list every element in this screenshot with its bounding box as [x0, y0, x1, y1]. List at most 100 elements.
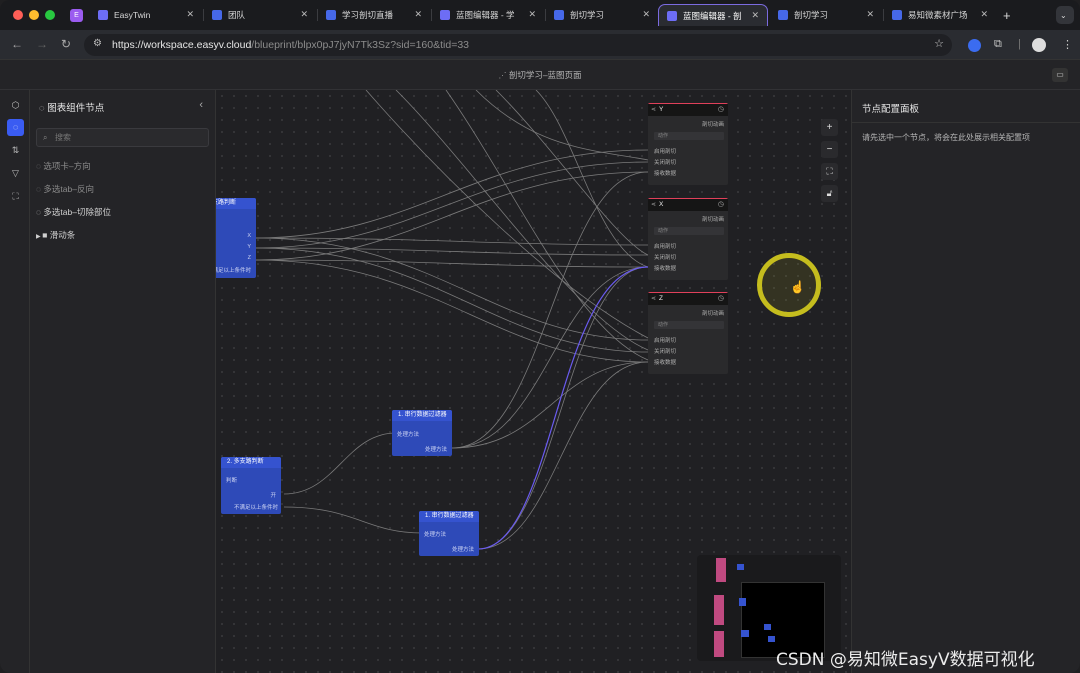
tab-team[interactable]: 团队 ✕	[204, 4, 316, 26]
port-label[interactable]: 接收数据	[654, 169, 676, 177]
branch-node[interactable]: 支路判断 X Y Z 不满足以上条件时	[216, 198, 256, 278]
maximize-window-button[interactable]	[45, 10, 55, 20]
tab-label: EasyTwin	[114, 10, 151, 20]
port-label[interactable]: 接收数据	[654, 264, 676, 272]
target-node-x[interactable]: X ⋖ ◷ 剖切动画 动作 启用剖切 关闭剖切 接收数据	[648, 198, 728, 280]
tab-group-badge[interactable]: E	[64, 4, 90, 26]
action-field[interactable]: 动作	[654, 227, 724, 235]
minimap-node	[741, 630, 749, 637]
blueprint-canvas[interactable]: 支路判断 X Y Z 不满足以上条件时 Y ⋖ ◷ 剖切动画 动作 启用剖切 关…	[216, 90, 851, 673]
node-title: X	[648, 199, 728, 211]
port-label[interactable]: 关闭剖切	[654, 158, 676, 166]
minimap-node	[714, 631, 724, 657]
collapse-chevron-icon[interactable]: ‹	[199, 99, 203, 111]
url-host: https://workspace.easyv.cloud	[112, 39, 252, 51]
list-item[interactable]: ◌ 多选tab–反向	[36, 183, 94, 195]
tab-label: 易知微素材广场	[908, 10, 968, 20]
filter-icon[interactable]: ▽	[7, 165, 24, 182]
clock-icon: ◷	[717, 295, 724, 302]
filter-node[interactable]: 1. 串行数据过滤器 处理方法 处理方法	[392, 410, 452, 456]
port-label[interactable]: 处理方法	[452, 545, 474, 553]
minimap-node	[739, 598, 746, 606]
tab-blueprint-active[interactable]: 蓝图编辑器 - 剖 ✕	[658, 4, 768, 26]
port-label[interactable]: 启用剖切	[654, 242, 676, 250]
forward-arrow-icon[interactable]: →	[36, 37, 48, 51]
port-label[interactable]: 不满足以上条件时	[234, 503, 278, 511]
port-label[interactable]: X	[247, 233, 251, 239]
browser-menu-icon[interactable]: ⋮	[1062, 38, 1073, 51]
preview-screen-icon[interactable]: ▭	[1052, 68, 1068, 82]
port-label[interactable]: 启用剖切	[654, 336, 676, 344]
close-icon[interactable]: ✕	[751, 10, 759, 21]
new-tab-button[interactable]: +	[998, 4, 1020, 26]
lock-icon[interactable]: 🔓︎	[821, 185, 838, 202]
blueprint-favicon-icon	[554, 10, 564, 20]
port-label[interactable]: Z	[248, 255, 251, 261]
extensions-puzzle-icon[interactable]: ⧉	[994, 38, 1002, 51]
search-input[interactable]: ⌕ 搜索	[36, 128, 209, 147]
list-item[interactable]: ◌ 选项卡–方向	[36, 160, 91, 172]
page-title: 剖切学习–蓝图页面	[508, 70, 582, 80]
port-label[interactable]: 关闭剖切	[654, 253, 676, 261]
close-icon[interactable]: ✕	[186, 9, 194, 20]
left-rail: ⬡ ◌ ⇅ ▽ ⛶	[0, 90, 30, 673]
tab-asset-square[interactable]: 易知微素材广场 ✕	[884, 4, 996, 26]
port-label[interactable]: Y	[247, 244, 251, 250]
multi-branch-node[interactable]: 2. 多支路判断 判断 开 不满足以上条件时	[221, 457, 281, 514]
wire	[477, 266, 649, 550]
chart-nodes-icon[interactable]: ◌	[7, 119, 24, 136]
fit-view-icon[interactable]: ⛶	[821, 163, 838, 180]
bookmark-star-icon[interactable]: ☆	[934, 37, 944, 50]
cube-icon[interactable]: ⬡	[7, 97, 24, 114]
tab-blueprint-study[interactable]: 蓝图编辑器 - 学 ✕	[432, 4, 544, 26]
zoom-out-button[interactable]: −	[821, 141, 838, 158]
frame-icon[interactable]: ⛶	[7, 188, 24, 205]
port-label[interactable]: 启用剖切	[654, 147, 676, 155]
logic-nodes-icon[interactable]: ⇅	[7, 142, 24, 159]
tab-search-chevron-icon[interactable]: ⌄	[1056, 6, 1074, 24]
tab-live[interactable]: 学习剖切直播 ✕	[318, 4, 430, 26]
port-label[interactable]: 接收数据	[654, 358, 676, 366]
address-bar[interactable]: ⚙ https://workspace.easyv.cloud/blueprin…	[84, 34, 952, 56]
list-item-label: 滑动条	[49, 230, 76, 240]
tab-section-study[interactable]: 剖切学习 ✕	[546, 4, 658, 26]
wire	[283, 506, 423, 534]
port-label[interactable]: 开	[270, 491, 276, 499]
action-field[interactable]: 动作	[654, 321, 724, 329]
filter-node-2[interactable]: 1. 串行数据过滤器 处理方法 处理方法	[419, 511, 479, 556]
list-item-folder[interactable]: ▶ ■ 滑动条	[36, 229, 75, 241]
reload-icon[interactable]: ↻	[61, 37, 71, 51]
close-icon[interactable]: ✕	[642, 9, 650, 20]
close-window-button[interactable]	[13, 10, 23, 20]
target-node-z[interactable]: Z ⋖ ◷ 剖切动画 动作 启用剖切 关闭剖切 接收数据	[648, 292, 728, 374]
close-icon[interactable]: ✕	[414, 9, 422, 20]
node-title: 2. 多支路判断	[221, 457, 281, 468]
url-path: /blueprint/blpx0pJ7jyN7Tk3Sz?sid=160&tid…	[251, 39, 470, 51]
close-icon[interactable]: ✕	[528, 9, 536, 20]
port-label[interactable]: 处理方法	[425, 445, 447, 453]
back-arrow-icon[interactable]: ←	[11, 37, 23, 51]
list-item[interactable]: ◌ 多选tab–切除部位	[36, 206, 111, 218]
close-icon[interactable]: ✕	[980, 9, 988, 20]
zoom-in-button[interactable]: +	[821, 119, 838, 136]
port-label[interactable]: 不满足以上条件时	[216, 266, 251, 274]
close-icon[interactable]: ✕	[866, 9, 874, 20]
port-label[interactable]: 关闭剖切	[654, 347, 676, 355]
site-settings-icon[interactable]: ⚙	[93, 38, 102, 49]
port-label[interactable]: 判断	[226, 476, 237, 484]
action-field[interactable]: 动作	[654, 132, 724, 140]
divider	[852, 122, 1080, 123]
port-label[interactable]: 处理方法	[397, 430, 419, 438]
port-label[interactable]: 处理方法	[424, 530, 446, 538]
target-node-y[interactable]: Y ⋖ ◷ 剖切动画 动作 启用剖切 关闭剖切 接收数据	[648, 103, 728, 185]
minimap-node	[764, 624, 771, 630]
avatar[interactable]	[1032, 38, 1046, 52]
close-icon[interactable]: ✕	[300, 9, 308, 20]
selected-wire	[477, 266, 649, 550]
extension-c-icon[interactable]	[968, 39, 981, 52]
minimize-window-button[interactable]	[29, 10, 39, 20]
wire	[255, 161, 649, 249]
tab-section-study-2[interactable]: 剖切学习 ✕	[770, 4, 882, 26]
node-title: 1. 串行数据过滤器	[419, 511, 479, 522]
tab-easytwin[interactable]: EasyTwin ✕	[90, 4, 202, 26]
